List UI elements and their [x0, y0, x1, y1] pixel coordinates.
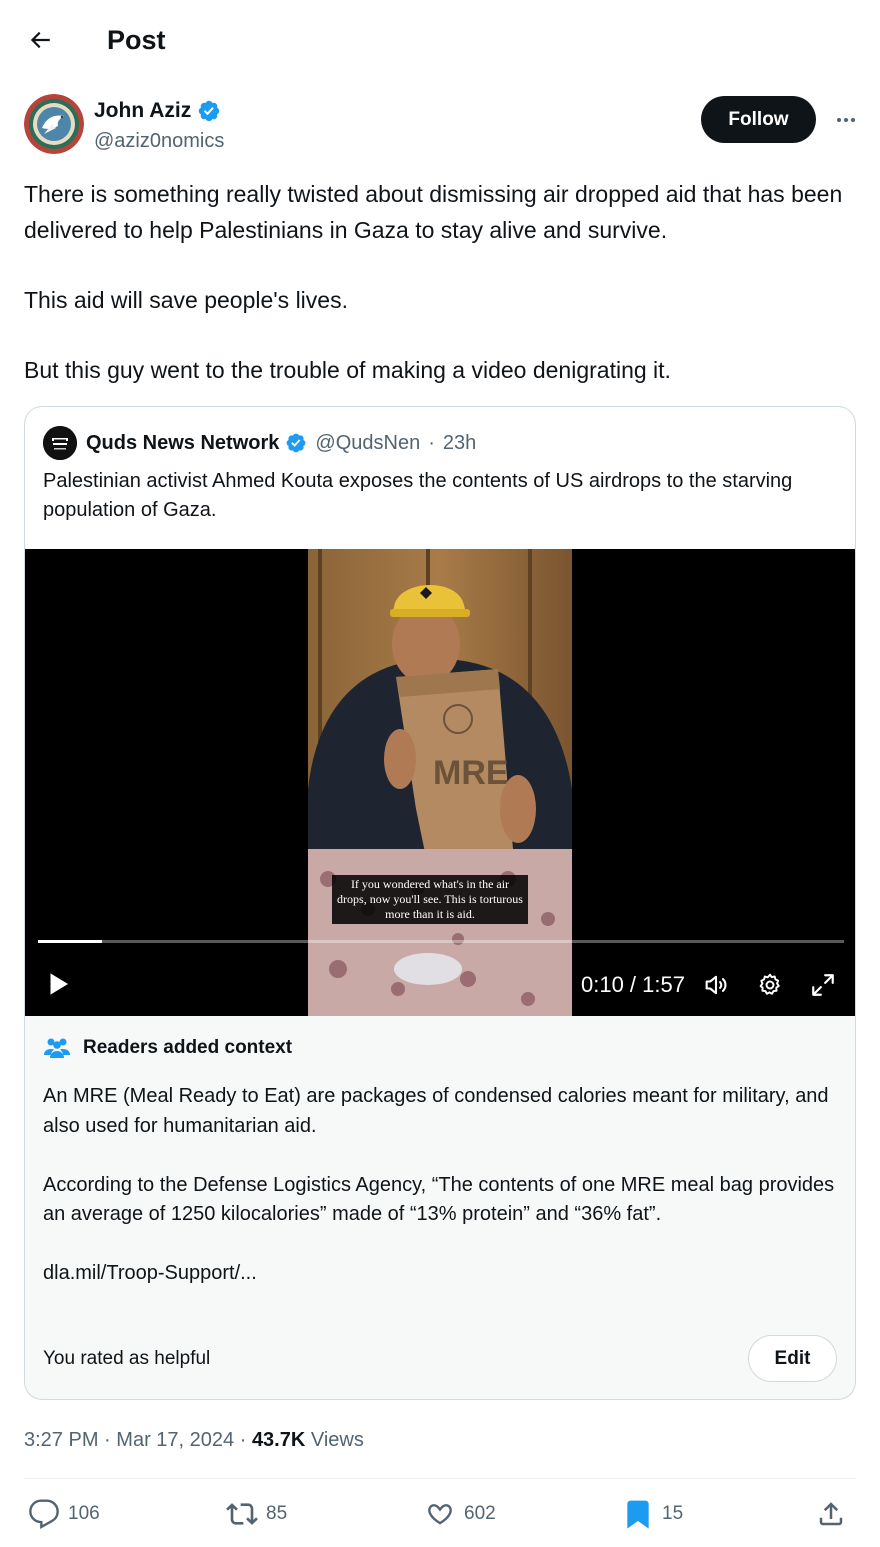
quote-time[interactable]: 23h	[443, 432, 476, 455]
community-note-body: An MRE (Meal Ready to Eat) are packages …	[43, 1082, 843, 1289]
like-count: 602	[464, 1503, 496, 1524]
verified-badge-icon	[198, 100, 220, 122]
action-bar: 106 85 602 15	[0, 1493, 880, 1535]
repost-count: 85	[266, 1503, 288, 1524]
rated-helpful-status: You rated as helpful	[43, 1348, 211, 1369]
post-date[interactable]: Mar 17, 2024	[116, 1429, 234, 1451]
meta-separator: ·	[239, 1429, 247, 1451]
quoted-tweet[interactable]: Quds News Network @QudsNen · 23h Palesti…	[24, 406, 856, 1016]
author-row: John Aziz @aziz0nomics Follow	[24, 94, 856, 158]
bookmark-button[interactable]: 15	[622, 1493, 683, 1535]
author-handle[interactable]: @aziz0nomics	[94, 128, 224, 154]
post-meta: 3:27 PM · Mar 17, 2024 · 43.7K Views	[24, 1426, 364, 1454]
community-note-link[interactable]: dla.mil/Troop-Support/...	[43, 1259, 843, 1289]
author-name[interactable]: John Aziz	[94, 97, 191, 125]
volume-icon	[705, 975, 727, 995]
quote-avatar[interactable]	[43, 426, 77, 460]
back-button[interactable]	[22, 22, 58, 58]
quote-author-handle[interactable]: @QudsNen	[315, 432, 420, 455]
share-icon	[819, 1502, 843, 1526]
tweet-paragraph: This aid will save people's lives.	[24, 287, 348, 313]
settings-button[interactable]	[754, 969, 786, 1001]
post-time[interactable]: 3:27 PM	[24, 1429, 98, 1451]
tweet-paragraph: There is something really twisted about …	[24, 181, 843, 243]
community-note-paragraph: According to the Defense Logistics Agenc…	[43, 1173, 835, 1226]
repost-button[interactable]: 85	[226, 1493, 287, 1535]
video-progress-fill	[38, 940, 103, 943]
quote-text: Palestinian activist Ahmed Kouta exposes…	[43, 470, 793, 521]
avatar[interactable]	[24, 94, 84, 154]
gear-icon	[759, 973, 780, 995]
mre-package-label: MRE	[433, 754, 509, 792]
reply-count: 106	[68, 1503, 100, 1524]
page-title: Post	[107, 25, 166, 55]
heart-icon	[428, 1504, 452, 1525]
quote-author-name[interactable]: Quds News Network	[86, 432, 279, 455]
video-frame: MRE	[308, 549, 572, 1016]
play-icon	[50, 973, 68, 995]
community-note-paragraph: An MRE (Meal Ready to Eat) are packages …	[43, 1085, 829, 1137]
expand-icon	[812, 974, 834, 996]
more-dots-icon	[837, 118, 855, 122]
community-note: Readers added context An MRE (Meal Ready…	[24, 1016, 856, 1400]
people-icon	[44, 1038, 70, 1058]
quds-logo-icon	[43, 426, 77, 460]
bookmark-count: 15	[662, 1503, 684, 1524]
like-button[interactable]: 602	[424, 1493, 496, 1535]
follow-button[interactable]: Follow	[701, 96, 816, 143]
divider	[24, 1478, 856, 1479]
verified-badge-icon	[286, 433, 306, 453]
header: Post	[0, 0, 880, 80]
quote-header: Quds News Network @QudsNen · 23h	[43, 426, 476, 460]
tweet-text: There is something really twisted about …	[24, 176, 864, 388]
edit-rating-button[interactable]: Edit	[748, 1335, 837, 1382]
video-subtitle: If you wondered what's in the air drops,…	[332, 875, 528, 924]
views-count: 43.7K	[251, 1429, 306, 1451]
tweet-paragraph: But this guy went to the trouble of maki…	[24, 357, 671, 383]
author-name-row[interactable]: John Aziz	[94, 97, 221, 125]
volume-button[interactable]	[700, 969, 732, 1001]
video-time: 0:10 / 1:57	[581, 972, 685, 997]
meta-separator: ·	[104, 1429, 111, 1451]
quote-separator: ·	[428, 431, 435, 454]
video-progress-bar[interactable]	[38, 940, 844, 943]
community-note-title: Readers added context	[83, 1037, 293, 1058]
fullscreen-button[interactable]	[807, 969, 839, 1001]
more-button[interactable]	[830, 104, 862, 136]
community-note-header: Readers added context	[43, 1036, 292, 1060]
views-label: Views	[310, 1429, 364, 1451]
repost-icon	[226, 1503, 258, 1525]
video-player[interactable]: MRE If you wondered what's in the air dr…	[25, 549, 855, 1016]
share-button[interactable]	[816, 1493, 846, 1535]
back-arrow-icon	[30, 31, 50, 49]
reply-icon	[29, 1499, 59, 1529]
play-button[interactable]	[43, 969, 73, 999]
bookmark-icon	[627, 1500, 649, 1529]
reply-button[interactable]: 106	[28, 1493, 100, 1535]
